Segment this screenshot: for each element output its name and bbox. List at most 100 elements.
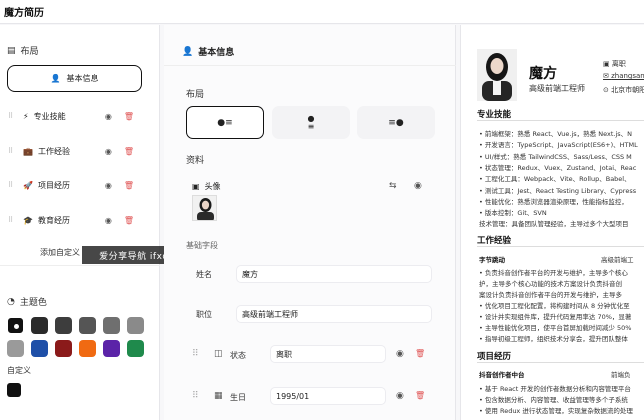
color-swatch[interactable] bbox=[31, 317, 48, 334]
eye-icon[interactable]: ◉ bbox=[396, 391, 404, 401]
layout-heading: ▤ 布局 bbox=[7, 45, 39, 58]
list-item: • 主导性能优化项目，使平台首屏加载时间减少 50% bbox=[479, 324, 632, 332]
trash-icon[interactable]: 🗑 bbox=[124, 147, 134, 156]
avatar-portrait-icon bbox=[197, 198, 214, 220]
trash-icon[interactable]: 🗑 bbox=[415, 349, 425, 358]
app-title: 魔方简历 bbox=[4, 8, 44, 19]
work-company: 字节跳动 bbox=[479, 256, 505, 264]
color-swatch[interactable] bbox=[103, 317, 120, 334]
trash-icon[interactable]: 🗑 bbox=[124, 216, 134, 225]
list-item: • 性能优化：熟悉浏览器渲染原理，性能指标监控， bbox=[479, 197, 628, 206]
position-field[interactable]: 高级前端工程师 bbox=[236, 305, 432, 323]
contact-status: ▣ 离职 bbox=[603, 60, 626, 68]
color-swatch[interactable] bbox=[31, 340, 48, 357]
list-item: • UI/样式：熟悉 TailwindCSS、Sass/Less、CSS M bbox=[479, 152, 632, 161]
drag-handle-icon[interactable]: ⠿ bbox=[8, 147, 18, 155]
list-item: • 指导初级工程师，组织技术分享会，提升团队整体 bbox=[479, 335, 628, 343]
custom-color-label: 自定义 bbox=[7, 366, 31, 375]
drag-handle-icon[interactable]: ⠿ bbox=[8, 112, 18, 120]
list-item: 技术管理：具备团队管理经验，主导过多个大型项目 bbox=[479, 220, 629, 229]
basic-fields-label: 基础字段 bbox=[186, 241, 218, 250]
lightning-icon: ⚡ bbox=[23, 111, 29, 121]
drag-handle-icon[interactable]: ⠿ bbox=[192, 391, 199, 401]
selected-indicator-icon bbox=[14, 324, 19, 329]
color-swatch[interactable] bbox=[55, 340, 72, 357]
list-item: • 设计并实现组件库，提升代码复用率达 70%，显著 bbox=[479, 313, 632, 321]
sidebar-item-basic-info[interactable]: 👤 基本信息 bbox=[7, 65, 142, 92]
drag-handle-icon[interactable]: ⠿ bbox=[8, 181, 18, 189]
briefcase-icon: 💼 bbox=[23, 146, 33, 156]
calendar-icon: ▦ bbox=[214, 391, 223, 401]
divider bbox=[477, 120, 644, 121]
layout-option-right[interactable]: ≡● bbox=[357, 106, 435, 139]
contact-email: ✉ zhangsan bbox=[603, 72, 644, 80]
name-label: 姓名 bbox=[196, 270, 212, 279]
position-label: 职位 bbox=[196, 310, 212, 319]
eye-icon[interactable]: ◉ bbox=[105, 216, 119, 225]
layout-label: 布局 bbox=[186, 90, 205, 100]
eye-icon[interactable]: ◉ bbox=[105, 147, 119, 156]
list-item: • 负责抖音创作者平台的开发与维护，主导多个核心 bbox=[479, 269, 628, 277]
list-item: • 测试工具：Jest、React Testing Library、Cypres… bbox=[479, 186, 637, 195]
trash-icon[interactable]: 🗑 bbox=[415, 391, 425, 400]
color-swatch[interactable] bbox=[7, 317, 24, 334]
layout-option-center[interactable]: ● ≡ bbox=[272, 106, 350, 139]
birthday-field[interactable]: 1995/01 bbox=[270, 387, 386, 405]
panel-header: 👤 基本信息 bbox=[182, 46, 235, 59]
contact-location: ⊙ 北京市朝阳 bbox=[603, 86, 644, 94]
add-custom-section-button[interactable]: 添加自定义 bbox=[40, 247, 80, 258]
list-item: • 优化项目工程化配置，将构建时间从 8 分钟优化至 bbox=[479, 302, 630, 310]
divider bbox=[0, 265, 160, 266]
color-swatch[interactable] bbox=[55, 317, 72, 334]
eye-icon[interactable]: ◉ bbox=[105, 181, 119, 190]
layout-center-icon: ● ≡ bbox=[307, 113, 315, 131]
data-label: 资料 bbox=[186, 156, 205, 166]
sidebar-item-education[interactable]: ⠿ 🎓 教育经历 ◉ 🗑 bbox=[8, 213, 134, 227]
graduation-cap-icon: 🎓 bbox=[23, 215, 33, 225]
list-item: • 开发语言：TypeScript、JavaScript(ES6+)、HTML bbox=[479, 141, 638, 150]
trash-icon[interactable]: 🗑 bbox=[124, 181, 134, 190]
resume-name: 魔方 bbox=[529, 66, 557, 82]
resume-title: 高级前端工程师 bbox=[529, 84, 585, 93]
layout-option-left[interactable]: ●≡ bbox=[186, 106, 264, 139]
eye-icon[interactable]: ◉ bbox=[105, 112, 119, 121]
resume-photo bbox=[477, 49, 517, 101]
work-heading: 工作经验 bbox=[477, 236, 512, 246]
swap-icon[interactable]: ⇆ bbox=[389, 181, 397, 191]
eye-icon[interactable]: ◉ bbox=[414, 181, 422, 191]
status-icon: ◫ bbox=[214, 349, 223, 359]
drag-handle-icon[interactable]: ⠿ bbox=[8, 216, 18, 224]
list-item: • 前端框架：熟悉 React、Vue.js，熟悉 Next.js、N bbox=[479, 130, 633, 138]
color-swatch[interactable] bbox=[79, 317, 96, 334]
color-swatch[interactable] bbox=[79, 340, 96, 357]
project-name: 抖音创作者中台 bbox=[479, 371, 525, 379]
list-item: 护，主导多个核心功能的技术方案设计负责抖音创 bbox=[479, 280, 622, 288]
status-label: 状态 bbox=[230, 351, 246, 360]
sidebar-item-projects[interactable]: ⠿ 🚀 项目经历 ◉ 🗑 bbox=[8, 178, 134, 192]
eye-icon[interactable]: ◉ bbox=[396, 349, 404, 359]
skills-heading: 专业技能 bbox=[477, 110, 512, 120]
avatar-thumbnail[interactable] bbox=[192, 195, 217, 221]
sidebar-item-skills[interactable]: ⠿ ⚡ 专业技能 ◉ 🗑 bbox=[8, 109, 134, 123]
portrait-icon bbox=[482, 53, 512, 101]
color-swatch[interactable] bbox=[103, 340, 120, 357]
project-heading: 项目经历 bbox=[477, 352, 512, 362]
sidebar-item-work[interactable]: ⠿ 💼 工作经验 ◉ 🗑 bbox=[8, 144, 134, 158]
work-role: 高级前端工 bbox=[601, 256, 634, 264]
user-icon: 👤 bbox=[50, 74, 61, 83]
user-icon: 👤 bbox=[182, 46, 194, 57]
layout-right-icon: ≡● bbox=[388, 117, 404, 128]
status-field[interactable]: 离职 bbox=[270, 345, 386, 363]
birthday-label: 生日 bbox=[230, 393, 246, 402]
custom-color-picker[interactable] bbox=[7, 383, 21, 397]
resume-preview: 魔方 高级前端工程师 ▣ 离职 ✉ zhangsan ⊙ 北京市朝阳 专业技能 … bbox=[460, 25, 644, 420]
layout-icon: ▤ bbox=[7, 45, 16, 56]
color-swatch[interactable] bbox=[127, 317, 144, 334]
trash-icon[interactable]: 🗑 bbox=[124, 112, 134, 121]
editor-panel: 👤 基本信息 布局 ●≡ ● ≡ ≡● 资料 ▣ 头像 ⇆ ◉ 基础字段 姓名 魔… bbox=[164, 25, 456, 420]
color-swatch[interactable] bbox=[7, 340, 24, 357]
drag-handle-icon[interactable]: ⠿ bbox=[192, 349, 199, 359]
color-swatch[interactable] bbox=[127, 340, 144, 357]
name-field[interactable]: 魔方 bbox=[236, 265, 432, 283]
rocket-icon: 🚀 bbox=[23, 180, 33, 190]
